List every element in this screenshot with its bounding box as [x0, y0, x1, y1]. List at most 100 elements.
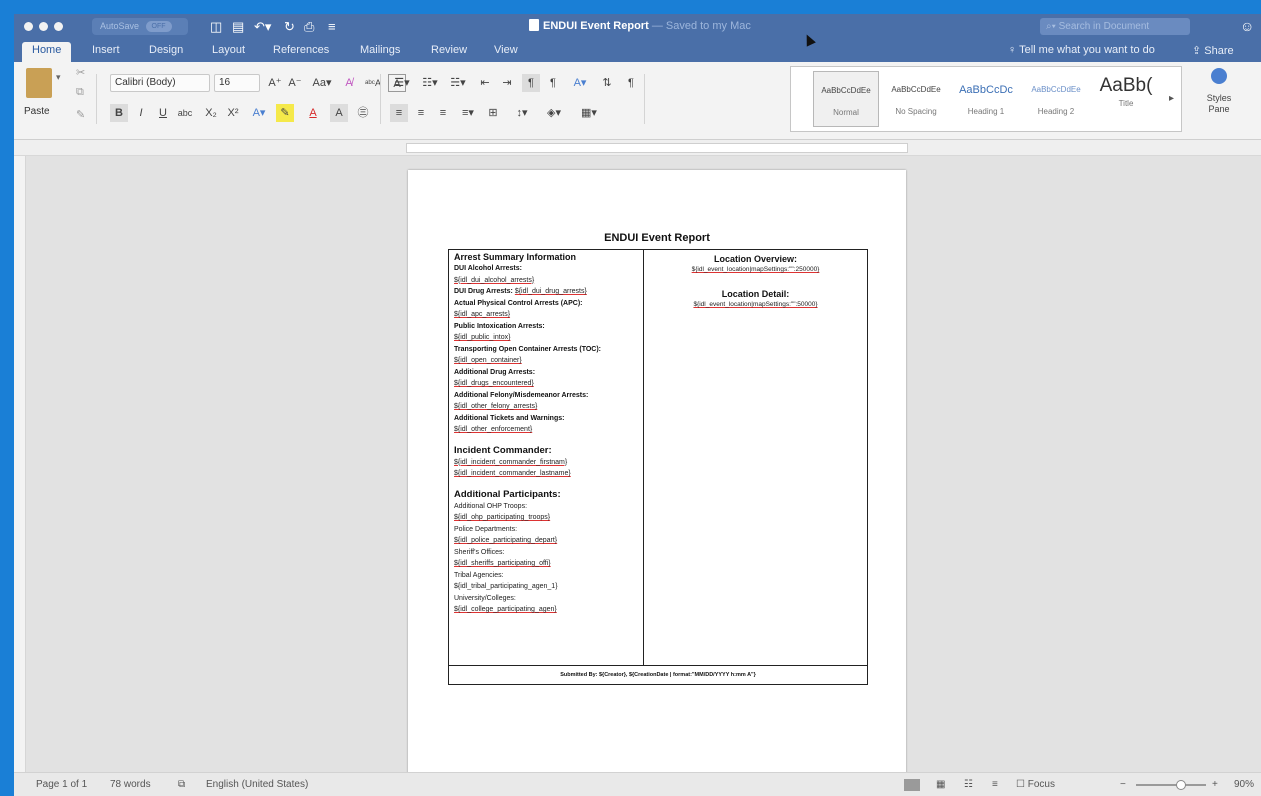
clear-formatting-icon[interactable]: A̸ [340, 74, 358, 92]
autosave-toggle[interactable]: AutoSave OFF [92, 18, 188, 35]
styles-pane-label: Styles Pane [1206, 93, 1232, 114]
multilevel-list-icon[interactable]: ☵▾ [446, 74, 470, 92]
asian-layout-icon[interactable]: A▾ [568, 74, 592, 92]
font-size-select[interactable]: 16 [214, 74, 260, 92]
autosave-state: OFF [145, 21, 172, 33]
format-painter-icon[interactable]: ✎ [76, 108, 85, 121]
text-effects-icon[interactable]: A▾ [250, 104, 268, 122]
numbering-icon[interactable]: ☷▾ [418, 74, 442, 92]
zoom-level[interactable]: 90% [1234, 779, 1254, 790]
ltr-text-icon[interactable]: ¶ [522, 74, 540, 92]
font-color-icon[interactable]: A [304, 104, 322, 122]
grow-font-icon[interactable]: A⁺ [266, 74, 284, 92]
print-layout-icon[interactable] [904, 779, 920, 791]
submitted-by-row[interactable]: Submitted By: ${Creator}, ${CreationDate… [449, 665, 867, 684]
tab-design[interactable]: Design [149, 44, 183, 56]
page-count[interactable]: Page 1 of 1 [36, 779, 87, 790]
outline-view-icon[interactable]: ☷ [964, 779, 973, 790]
undo-icon[interactable]: ↶▾ [254, 18, 271, 36]
commander-lastname-variable: ${idl_incident_commander_lastname} [454, 470, 571, 477]
align-left-icon[interactable]: ≡ [390, 104, 408, 122]
paste-dropdown-icon[interactable]: ▾ [56, 72, 61, 83]
bold-button[interactable]: B [110, 104, 128, 122]
customize-toolbar-icon[interactable]: ≡ [328, 18, 336, 36]
style-normal[interactable]: AaBbCcDdEe Normal [813, 71, 879, 127]
style-title[interactable]: AaBb( Title [1093, 71, 1159, 127]
row-label: Additional Felony/Misdemeanor Arrests: [454, 391, 589, 399]
line-spacing-icon[interactable]: ↕▾ [510, 104, 534, 122]
styles-pane-button[interactable]: Styles Pane [1194, 68, 1244, 115]
align-right-icon[interactable]: ≡ [434, 104, 452, 122]
tab-references[interactable]: References [273, 44, 329, 56]
vertical-ruler[interactable] [14, 156, 26, 772]
document-canvas[interactable]: ENDUI Event Report Arrest Summary Inform… [26, 156, 1261, 790]
save-icon[interactable]: ▤ [232, 18, 244, 36]
character-shading-icon[interactable]: A [330, 104, 348, 122]
style-no-spacing[interactable]: AaBbCcDdEe No Spacing [883, 71, 949, 127]
change-case-icon[interactable]: Aa▾ [310, 74, 334, 92]
redo-icon[interactable]: ↻ [284, 18, 295, 36]
justify-icon[interactable]: ≡▾ [456, 104, 480, 122]
subscript-button[interactable]: X₂ [202, 104, 220, 122]
paste-icon[interactable] [26, 68, 52, 98]
feedback-smiley-icon[interactable]: ☺ [1240, 18, 1254, 34]
decrease-indent-icon[interactable]: ⇤ [476, 74, 494, 92]
style-heading-2[interactable]: AaBbCcDdEe Heading 2 [1023, 71, 1089, 127]
tab-mailings[interactable]: Mailings [360, 44, 400, 56]
tell-me-box[interactable]: ♀ Tell me what you want to do [1008, 44, 1155, 56]
zoom-in-button[interactable]: + [1212, 779, 1218, 790]
borders-icon[interactable]: ▦▾ [574, 104, 604, 122]
bullets-icon[interactable]: ☰▾ [390, 74, 414, 92]
copy-icon[interactable]: ⧉ [76, 86, 84, 99]
rtl-text-icon[interactable]: ¶ [544, 74, 562, 92]
language[interactable]: English (United States) [206, 779, 308, 790]
tab-insert[interactable]: Insert [92, 44, 120, 56]
strikethrough-button[interactable]: abc [176, 104, 194, 122]
focus-mode-button[interactable]: ☐ Focus [1016, 779, 1055, 790]
location-overview-variable: ${idl_event_location|mapSettings:"":2500… [691, 266, 820, 273]
underline-button[interactable]: U [154, 104, 172, 122]
shading-icon[interactable]: ◈▾ [542, 104, 566, 122]
word-count[interactable]: 78 words [110, 779, 151, 790]
zoom-window-button[interactable] [54, 22, 63, 31]
arrest-summary-cell[interactable]: Arrest Summary Information DUI Alcohol A… [449, 250, 644, 665]
zoom-slider[interactable] [1136, 780, 1206, 790]
increase-indent-icon[interactable]: ⇥ [498, 74, 516, 92]
cut-icon[interactable]: ✂ [76, 66, 85, 79]
style-name: Normal [833, 108, 859, 117]
location-cell[interactable]: Location Overview: ${idl_event_location|… [644, 250, 867, 665]
sidebar-toggle-icon[interactable]: ◫ [210, 18, 222, 36]
styles-gallery: AaBbCcDdEe Normal AaBbCcDdEe No Spacing … [790, 66, 1182, 132]
share-button[interactable]: ⇪ Share [1192, 44, 1234, 57]
styles-more-icon[interactable]: ▸ [1169, 93, 1174, 104]
align-center-icon[interactable]: ≡ [412, 104, 430, 122]
print-icon[interactable]: ⎙ [304, 18, 314, 36]
zoom-slider-knob[interactable] [1176, 780, 1186, 790]
sort-icon[interactable]: ⇅ [598, 74, 616, 92]
close-window-button[interactable] [24, 22, 33, 31]
document-page[interactable]: ENDUI Event Report Arrest Summary Inform… [408, 170, 906, 790]
zoom-out-button[interactable]: − [1120, 779, 1126, 790]
font-name-select[interactable]: Calibri (Body) [110, 74, 210, 92]
tab-layout[interactable]: Layout [212, 44, 245, 56]
minimize-window-button[interactable] [39, 22, 48, 31]
highlight-icon[interactable]: ✎ [276, 104, 294, 122]
web-layout-icon[interactable]: ▦ [936, 779, 945, 790]
proofing-icon[interactable]: ⧉ [178, 779, 185, 790]
distributed-icon[interactable]: ⊞ [484, 104, 502, 122]
superscript-button[interactable]: X² [224, 104, 242, 122]
italic-button[interactable]: I [132, 104, 150, 122]
autosave-label: AutoSave [100, 21, 140, 31]
word-doc-icon [529, 19, 539, 31]
tab-view[interactable]: View [494, 44, 518, 56]
arrest-summary-heading: Arrest Summary Information [454, 252, 577, 262]
shrink-font-icon[interactable]: A⁻ [286, 74, 304, 92]
search-input[interactable]: ⌕▾ Search in Document [1040, 18, 1190, 35]
style-heading-1[interactable]: AaBbCcDc Heading 1 [953, 71, 1019, 127]
show-marks-icon[interactable]: ¶ [622, 74, 640, 92]
tab-review[interactable]: Review [431, 44, 467, 56]
horizontal-ruler[interactable] [14, 140, 1261, 156]
draft-view-icon[interactable]: ≡ [992, 779, 998, 790]
tab-home[interactable]: Home [22, 42, 72, 62]
enclose-characters-icon[interactable]: ㊂ [354, 104, 372, 122]
